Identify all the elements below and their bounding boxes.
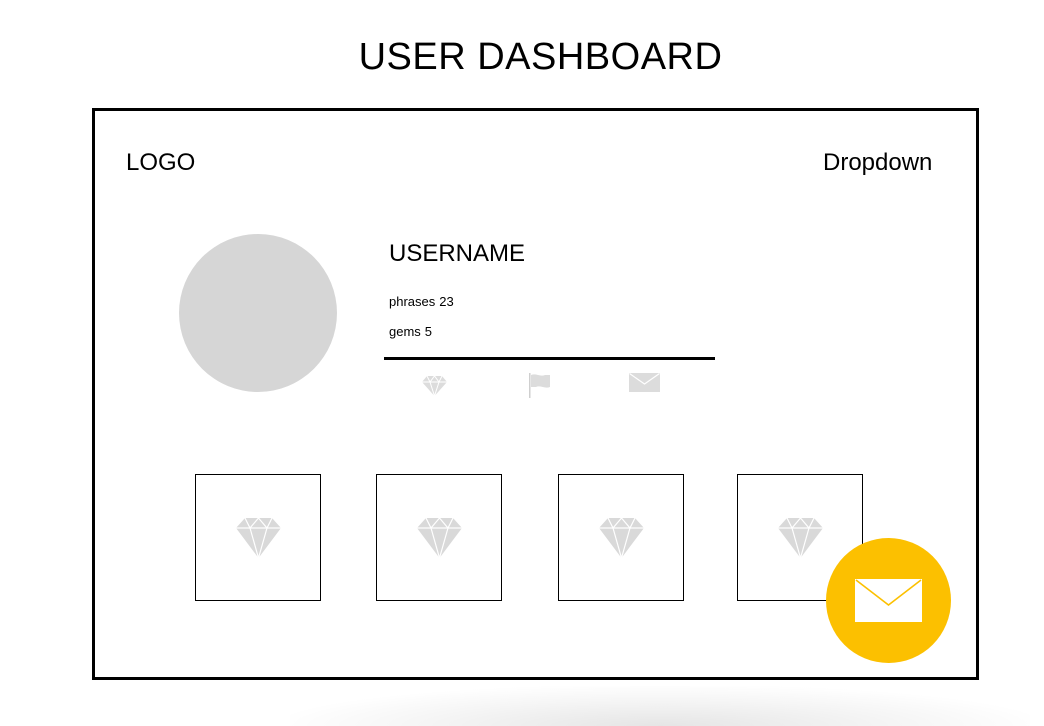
gems-count: 5 — [424, 324, 433, 339]
page-title: USER DASHBOARD — [358, 36, 723, 78]
compose-message-button[interactable] — [826, 538, 951, 663]
avatar[interactable] — [179, 234, 337, 392]
gem-tile[interactable] — [376, 474, 502, 601]
gem-tile[interactable] — [558, 474, 684, 601]
gem-icon — [236, 517, 281, 559]
gems-label: gems — [389, 324, 421, 339]
phrases-count: 23 — [439, 294, 454, 309]
dropdown-menu[interactable]: Dropdown — [823, 149, 932, 177]
phrases-stat: phrases 23 — [389, 294, 454, 309]
username: USERNAME — [389, 240, 526, 267]
mail-icon[interactable] — [629, 373, 660, 392]
profile-divider — [384, 357, 715, 360]
logo[interactable]: LOGO — [126, 149, 195, 177]
flag-icon[interactable] — [528, 372, 552, 399]
gem-icon — [778, 517, 823, 559]
phrases-label: phrases — [389, 294, 436, 309]
mail-icon — [855, 579, 922, 622]
gems-stat: gems 5 — [389, 324, 432, 339]
gem-icon — [599, 517, 644, 559]
gem-tile[interactable] — [195, 474, 321, 601]
gem-icon — [417, 517, 462, 559]
window-shadow — [290, 686, 1030, 726]
gem-icon[interactable] — [421, 375, 448, 398]
